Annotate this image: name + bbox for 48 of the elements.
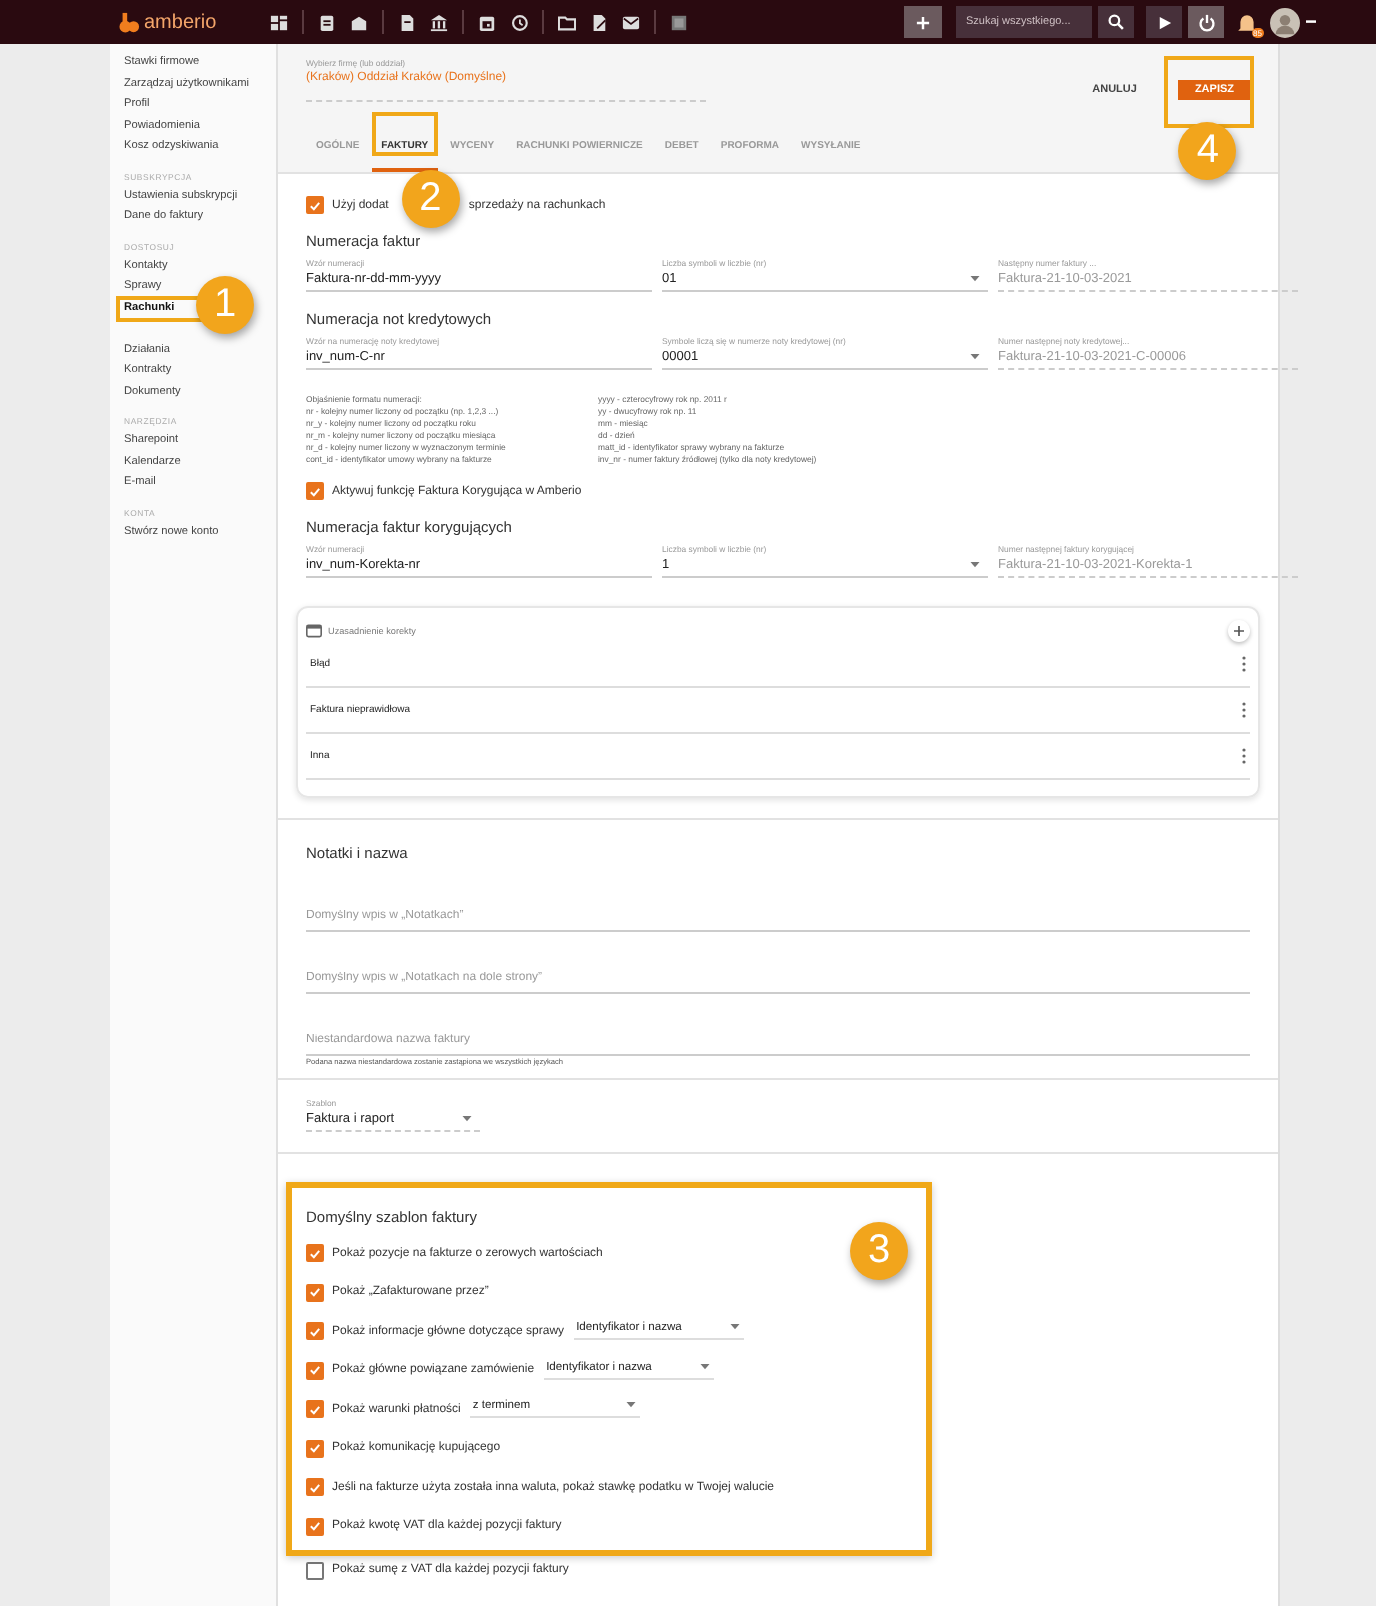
caret-icon — [730, 1324, 741, 1331]
card-icon — [306, 623, 322, 637]
document-edit-icon[interactable] — [590, 13, 608, 31]
search-icon — [1108, 14, 1124, 30]
document-icon[interactable] — [398, 13, 416, 31]
caret-icon — [462, 1116, 472, 1122]
checkbox[interactable] — [306, 1478, 324, 1497]
checkbox[interactable] — [306, 1244, 324, 1263]
add-button[interactable] — [904, 6, 942, 38]
checkbox[interactable] — [306, 1322, 324, 1341]
caret-icon — [970, 276, 980, 282]
caret-icon — [700, 1363, 711, 1370]
mail-icon[interactable] — [622, 13, 640, 31]
checkbox[interactable] — [306, 1400, 324, 1419]
search-button[interactable] — [1098, 6, 1134, 38]
bell-icon[interactable] — [1236, 11, 1258, 33]
highlight-frame — [371, 112, 438, 156]
step-number-badge: 4 — [1178, 122, 1237, 180]
power-button[interactable] — [1188, 6, 1224, 38]
checkbox[interactable] — [306, 1561, 324, 1579]
step-number-badge: 3 — [850, 1222, 908, 1280]
step-number-badge: 2 — [401, 170, 460, 228]
bank-icon[interactable] — [430, 13, 448, 31]
calendar-icon[interactable] — [478, 13, 496, 31]
avatar-icon[interactable] — [1270, 7, 1300, 37]
play-icon — [1157, 15, 1171, 29]
history-icon[interactable] — [510, 13, 528, 31]
add-button[interactable] — [1228, 619, 1250, 641]
dashboard-icon[interactable] — [270, 13, 288, 31]
plus-icon — [1234, 625, 1244, 635]
checkbox[interactable] — [306, 1361, 324, 1380]
logo-icon — [118, 11, 140, 33]
dropdown-caret-icon[interactable] — [1306, 20, 1316, 24]
checkbox[interactable] — [306, 1439, 324, 1458]
caret-icon — [970, 354, 980, 360]
folder-icon[interactable] — [558, 13, 576, 31]
power-icon — [1197, 13, 1215, 31]
play-button[interactable] — [1146, 6, 1182, 38]
step-number-badge: 1 — [196, 275, 254, 333]
plus-icon — [916, 15, 930, 29]
checkbox[interactable] — [306, 196, 324, 214]
clipboard-icon[interactable] — [318, 13, 336, 31]
checkbox[interactable] — [306, 1283, 324, 1302]
logo-text: amberio — [144, 11, 217, 33]
caret-icon — [970, 562, 980, 568]
checkbox[interactable] — [306, 482, 324, 500]
caret-icon — [626, 1402, 637, 1409]
checkbox[interactable] — [306, 1517, 324, 1536]
